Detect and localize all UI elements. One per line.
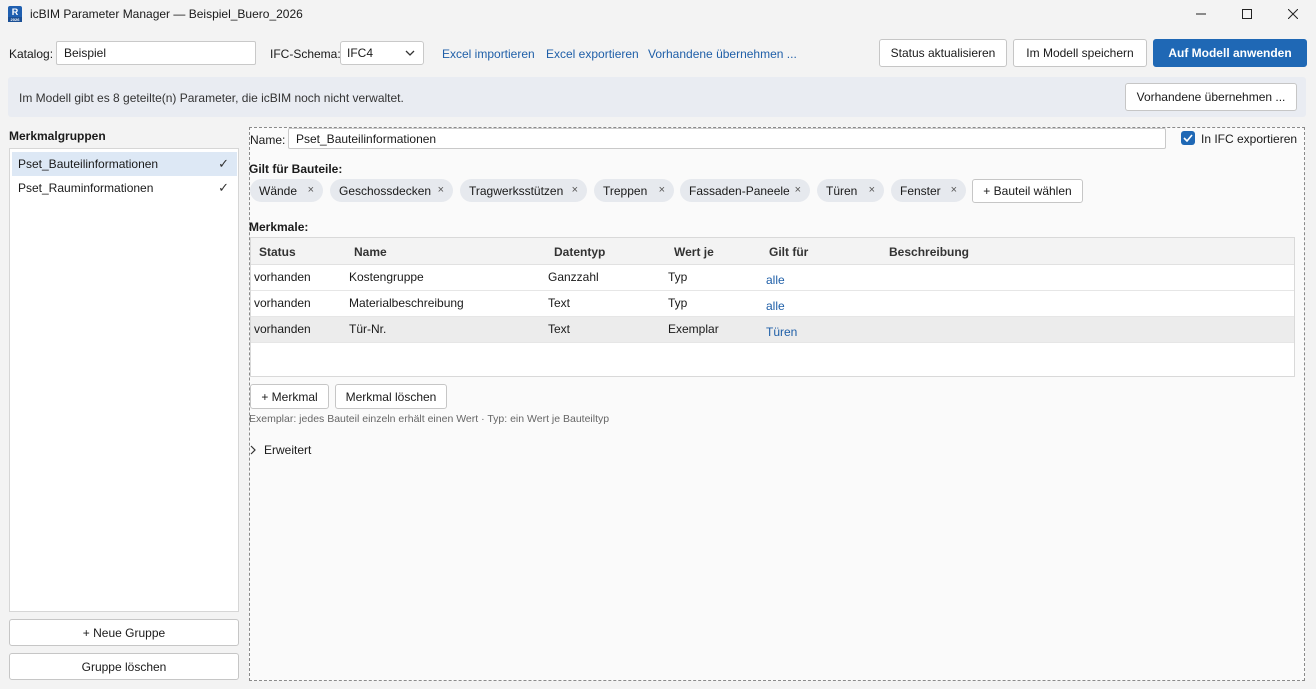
maximize-button[interactable] bbox=[1224, 0, 1270, 28]
remove-icon[interactable]: × bbox=[308, 184, 314, 196]
save-in-model-button[interactable]: Im Modell speichern bbox=[1013, 39, 1147, 67]
chip-tragwerksstuetzen: Tragwerksstützen × bbox=[460, 179, 587, 202]
info-message: Im Modell gibt es 8 geteilte(n) Paramete… bbox=[19, 91, 404, 105]
remove-icon[interactable]: × bbox=[951, 184, 957, 196]
refresh-status-button[interactable]: Status aktualisieren bbox=[879, 39, 1007, 67]
column-header[interactable]: Name bbox=[354, 245, 387, 259]
remove-icon[interactable]: × bbox=[572, 184, 578, 196]
check-icon: ✓ bbox=[218, 156, 229, 171]
new-group-button[interactable]: + Neue Gruppe bbox=[9, 619, 239, 646]
chip-waende: Wände × bbox=[250, 179, 323, 202]
katalog-input[interactable]: Beispiel bbox=[56, 41, 256, 65]
remove-icon[interactable]: × bbox=[438, 184, 444, 196]
group-item[interactable]: Pset_Bauteilinformationen ✓ bbox=[12, 152, 237, 176]
excel-import-link[interactable]: Excel importieren bbox=[442, 47, 535, 61]
chip-label: Fassaden-Paneele bbox=[689, 183, 790, 198]
minimize-button[interactable] bbox=[1178, 0, 1224, 28]
properties-table: Status Name Datentyp Wert je Gilt für Be… bbox=[250, 237, 1295, 377]
cell-value-per: Exemplar bbox=[668, 322, 719, 336]
table-row[interactable]: vorhanden Tür-Nr. Text Exemplar Türen bbox=[251, 317, 1294, 343]
cell-name: Materialbeschreibung bbox=[349, 296, 464, 310]
group-list: Pset_Bauteilinformationen ✓ Pset_Rauminf… bbox=[9, 148, 239, 612]
advanced-expander[interactable]: Erweitert bbox=[249, 443, 311, 457]
app-icon: R 2026 bbox=[8, 6, 22, 22]
cell-status: vorhanden bbox=[254, 296, 311, 310]
group-item[interactable]: Pset_Rauminformationen ✓ bbox=[12, 176, 237, 200]
chevron-down-icon bbox=[405, 50, 415, 56]
ifc-schema-select[interactable]: IFC4 bbox=[340, 41, 424, 65]
group-item-label: Pset_Rauminformationen bbox=[18, 181, 154, 195]
cell-status: vorhanden bbox=[254, 322, 311, 336]
chip-label: Wände bbox=[259, 183, 298, 198]
cell-status: vorhanden bbox=[254, 270, 311, 284]
ifc-export-checkbox[interactable] bbox=[1181, 131, 1195, 145]
chip-fassaden-paneele: Fassaden-Paneele × bbox=[680, 179, 810, 202]
column-header[interactable]: Status bbox=[259, 245, 296, 259]
add-component-button[interactable]: + Bauteil wählen bbox=[972, 179, 1083, 203]
ifc-schema-value: IFC4 bbox=[347, 46, 374, 60]
check-icon: ✓ bbox=[218, 180, 229, 195]
info-adopt-button[interactable]: Vorhandene übernehmen ... bbox=[1125, 83, 1297, 111]
katalog-label: Katalog: bbox=[9, 47, 54, 61]
cell-datatype: Text bbox=[548, 296, 571, 310]
close-icon bbox=[1288, 9, 1298, 19]
chevron-right-icon bbox=[250, 445, 256, 455]
apply-to-model-button[interactable]: Auf Modell anwenden bbox=[1153, 39, 1307, 67]
info-bar: Im Modell gibt es 8 geteilte(n) Paramete… bbox=[8, 77, 1306, 117]
column-header[interactable]: Datentyp bbox=[554, 245, 605, 259]
column-header[interactable]: Gilt für bbox=[769, 245, 808, 259]
chip-label: Türen bbox=[826, 183, 858, 198]
value-hint: Exemplar: jedes Bauteil einzeln erhält e… bbox=[249, 413, 610, 425]
table-header: Status Name Datentyp Wert je Gilt für Be… bbox=[251, 238, 1294, 265]
delete-property-button[interactable]: Merkmal löschen bbox=[335, 384, 447, 409]
cell-applies-link[interactable]: alle bbox=[766, 299, 785, 313]
cell-value-per: Typ bbox=[668, 270, 688, 284]
delete-group-button[interactable]: Gruppe löschen bbox=[9, 653, 239, 680]
cell-datatype: Ganzzahl bbox=[548, 270, 599, 284]
adopt-existing-link[interactable]: Vorhandene übernehmen ... bbox=[648, 47, 797, 61]
chip-treppen: Treppen × bbox=[594, 179, 674, 202]
cell-datatype: Text bbox=[548, 322, 571, 336]
applies-title: Gilt für Bauteile: bbox=[249, 162, 343, 176]
chip-label: Tragwerksstützen bbox=[469, 183, 564, 198]
ifc-export-label: In IFC exportieren bbox=[1201, 132, 1298, 146]
group-item-label: Pset_Bauteilinformationen bbox=[18, 157, 159, 171]
cell-applies-link[interactable]: alle bbox=[766, 273, 785, 287]
chip-fenster: Fenster × bbox=[891, 179, 966, 202]
excel-export-link[interactable]: Excel exportieren bbox=[546, 47, 639, 61]
cell-value-per: Typ bbox=[668, 296, 688, 310]
maximize-icon bbox=[1242, 9, 1252, 19]
window-title: icBIM Parameter Manager — Beispiel_Buero… bbox=[30, 7, 303, 21]
chip-geschossdecken: Geschossdecken × bbox=[330, 179, 453, 202]
advanced-label: Erweitert bbox=[264, 443, 312, 457]
close-button[interactable] bbox=[1270, 0, 1316, 28]
groups-title: Merkmalgruppen bbox=[9, 129, 106, 143]
chip-label: Geschossdecken bbox=[339, 183, 432, 198]
minimize-icon bbox=[1196, 13, 1206, 15]
column-header[interactable]: Beschreibung bbox=[889, 245, 969, 259]
chip-label: Treppen bbox=[603, 183, 648, 198]
table-row[interactable]: vorhanden Materialbeschreibung Text Typ … bbox=[251, 291, 1294, 317]
cell-applies-link[interactable]: Türen bbox=[766, 325, 797, 339]
chip-label: Fenster bbox=[900, 183, 941, 198]
remove-icon[interactable]: × bbox=[869, 184, 875, 196]
props-title: Merkmale: bbox=[249, 220, 309, 234]
name-label: Name: bbox=[250, 133, 286, 147]
cell-name: Tür-Nr. bbox=[349, 322, 387, 336]
group-name-input[interactable]: Pset_Bauteilinformationen bbox=[288, 128, 1166, 149]
checkmark-icon bbox=[1183, 134, 1193, 142]
remove-icon[interactable]: × bbox=[795, 184, 801, 196]
remove-icon[interactable]: × bbox=[659, 184, 665, 196]
add-property-button[interactable]: + Merkmal bbox=[250, 384, 329, 409]
cell-name: Kostengruppe bbox=[349, 270, 424, 284]
ifc-schema-label: IFC-Schema: bbox=[270, 47, 341, 61]
title-bar: R 2026 icBIM Parameter Manager — Beispiel… bbox=[0, 0, 1316, 28]
table-row[interactable]: vorhanden Kostengruppe Ganzzahl Typ alle bbox=[251, 265, 1294, 291]
chip-tueren: Türen × bbox=[817, 179, 884, 202]
column-header[interactable]: Wert je bbox=[674, 245, 714, 259]
